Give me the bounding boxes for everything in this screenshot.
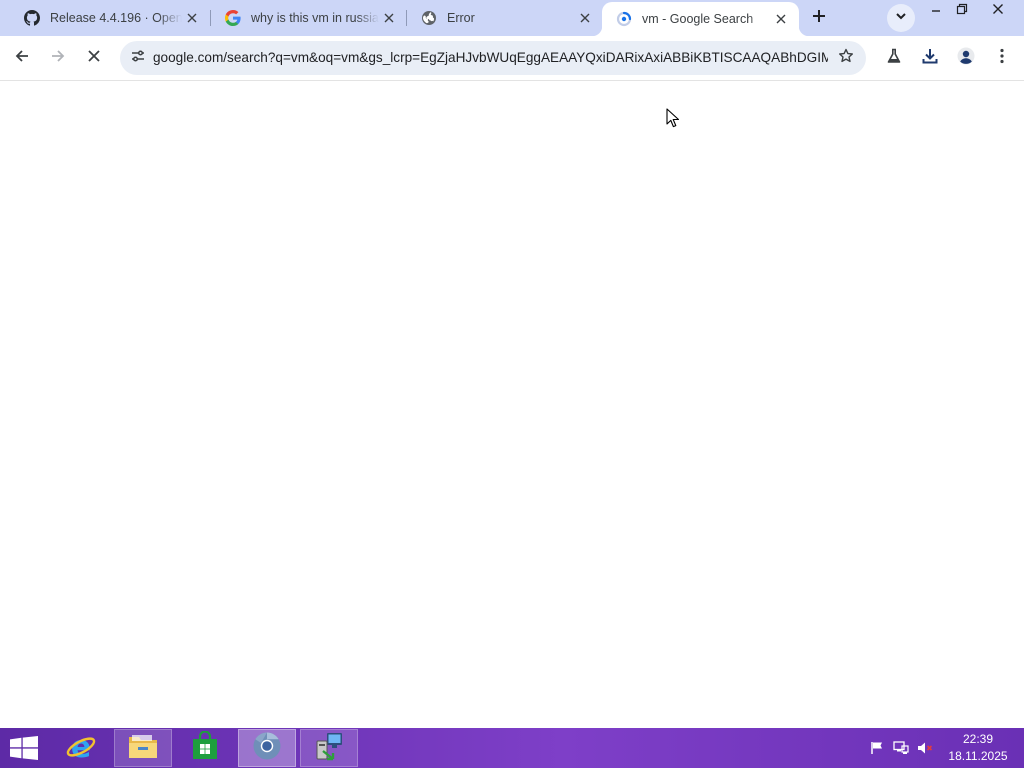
plus-icon	[812, 9, 826, 28]
clock-time: 22:39	[962, 732, 994, 746]
windows-logo-icon	[10, 736, 38, 764]
taskbar-chromium[interactable]	[238, 729, 296, 767]
loading-spinner-icon	[616, 11, 632, 27]
system-clock[interactable]: 22:39 18.11.2025	[944, 731, 1012, 765]
bookmark-button[interactable]	[834, 46, 858, 70]
close-tab-icon[interactable]	[379, 8, 399, 28]
close-tab-icon[interactable]	[575, 8, 595, 28]
tab-open-webui-release[interactable]: Release 4.4.196 · Open-WebUI	[10, 0, 210, 36]
tab-title: Error	[447, 11, 475, 25]
more-vert-icon	[1000, 48, 1004, 69]
clock-date: 18.11.2025	[948, 749, 1008, 763]
close-icon	[992, 2, 1004, 20]
close-tab-icon[interactable]	[771, 9, 791, 29]
arrow-left-icon	[14, 48, 30, 69]
stop-icon	[87, 49, 101, 68]
tab-title: why is this vm in russian - Google Searc…	[251, 11, 379, 25]
stop-loading-button[interactable]	[80, 44, 108, 72]
start-button[interactable]	[10, 736, 38, 760]
tab-google-search-russian[interactable]: why is this vm in russian - Google Searc…	[211, 0, 407, 36]
store-icon	[190, 729, 220, 766]
internet-explorer-icon: e	[65, 730, 97, 767]
site-info-button[interactable]	[126, 46, 150, 70]
action-center-flag-icon[interactable]	[869, 740, 885, 756]
tab-title: vm - Google Search	[642, 12, 754, 26]
minimize-button[interactable]	[922, 0, 950, 22]
back-button[interactable]	[8, 44, 36, 72]
restore-button[interactable]	[948, 0, 976, 22]
address-bar[interactable]: google.com/search?q=vm&oq=vm&gs_lcrp=EgZ…	[120, 41, 866, 75]
taskbar-store[interactable]	[176, 729, 234, 767]
download-icon	[921, 47, 939, 70]
minimize-icon	[931, 2, 941, 20]
tab-vm-google-search[interactable]: vm - Google Search	[592, 2, 809, 36]
browser-toolbar: google.com/search?q=vm&oq=vm&gs_lcrp=EgZ…	[0, 36, 1024, 81]
taskbar: e 22:39 18.11.2025	[0, 728, 1024, 768]
file-explorer-icon	[127, 732, 159, 765]
taskbar-file-explorer[interactable]	[114, 729, 172, 767]
chromium-icon	[252, 731, 282, 766]
tune-icon	[130, 48, 146, 69]
screen: Release 4.4.196 · Open-WebUI why is this…	[0, 0, 1024, 768]
chevron-down-icon	[895, 9, 907, 27]
taskbar-remote-desktop[interactable]	[300, 729, 358, 767]
github-icon	[24, 10, 40, 26]
volume-muted-icon[interactable]	[917, 740, 933, 756]
avatar	[957, 47, 975, 70]
restore-icon	[956, 2, 968, 20]
flask-icon	[886, 48, 902, 69]
profile-button[interactable]	[952, 44, 980, 72]
globe-icon	[421, 10, 437, 26]
forward-button[interactable]	[44, 44, 72, 72]
url-text[interactable]: google.com/search?q=vm&oq=vm&gs_lcrp=EgZ…	[153, 41, 828, 75]
arrow-right-icon	[50, 48, 66, 69]
network-computer-icon	[313, 731, 345, 766]
google-g-icon	[225, 10, 241, 26]
new-tab-button[interactable]	[806, 5, 832, 31]
tab-error[interactable]: Error	[407, 0, 603, 36]
tab-strip: Release 4.4.196 · Open-WebUI why is this…	[0, 0, 1024, 36]
close-window-button[interactable]	[984, 0, 1012, 22]
menu-button[interactable]	[988, 44, 1016, 72]
tab-title: Release 4.4.196 · Open-WebUI	[50, 11, 182, 25]
downloads-button[interactable]	[916, 44, 944, 72]
labs-button[interactable]	[880, 44, 908, 72]
taskbar-internet-explorer[interactable]: e	[52, 729, 110, 767]
mouse-cursor-icon	[666, 108, 680, 134]
star-icon	[838, 48, 854, 69]
tab-search-button[interactable]	[887, 4, 915, 32]
close-tab-icon[interactable]	[182, 8, 202, 28]
page-content[interactable]	[0, 82, 1024, 728]
network-icon[interactable]	[893, 740, 909, 756]
